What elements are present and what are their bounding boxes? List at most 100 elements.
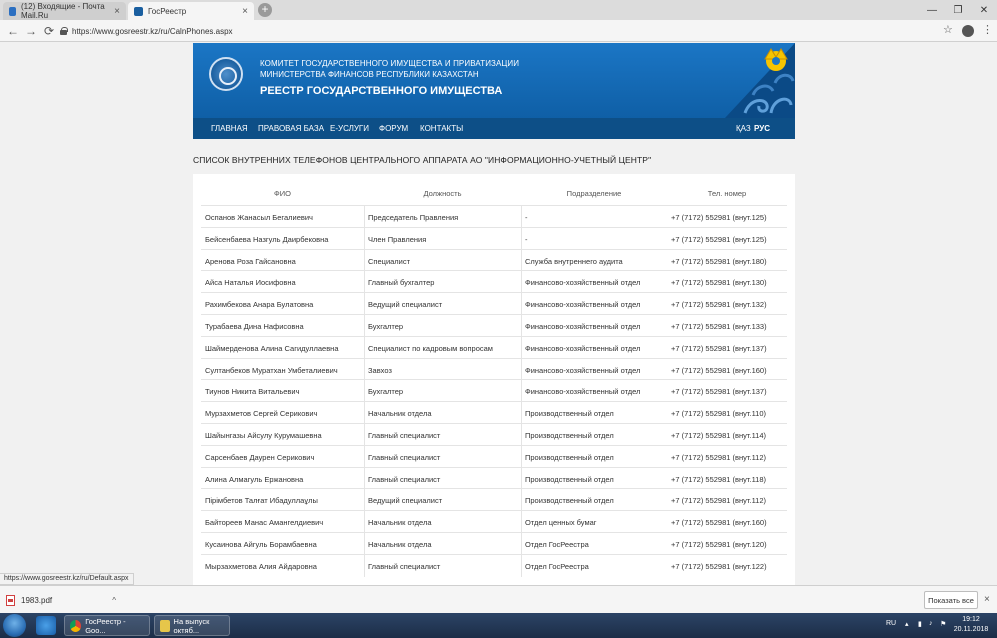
cell-position: Ведущий специалист (368, 496, 443, 506)
download-bar: 1983.pdf ^ Показать все × (0, 585, 997, 613)
cell-department: Отдел ценных бумаг (525, 518, 597, 528)
clock-time: 19:12 (962, 616, 980, 623)
menu-item-contacts[interactable]: КОНТАКТЫ (420, 124, 463, 133)
table-row: Рахимбекова Анара Булатовна Ведущий специ… (201, 292, 787, 315)
cell-phone: +7 (7172) 552981 (внут.132) (671, 300, 767, 310)
star-icon[interactable]: ☆ (943, 23, 953, 36)
volume-icon[interactable]: ♪ (929, 620, 933, 627)
table-row: Мурзахметов Сергей Серикович Начальник от… (201, 401, 787, 424)
restore-icon[interactable]: ❐ (945, 0, 971, 20)
column-divider (364, 554, 365, 577)
flag-icon[interactable]: ⚑ (940, 620, 946, 628)
cell-position: Завхоз (368, 365, 392, 375)
menu-item-home[interactable]: ГЛАВНАЯ (211, 124, 248, 133)
cell-name: Шаймерденова Алина Сагидуллаевна (205, 343, 339, 353)
cell-department: Финансово-хозяйственный отдел (525, 343, 641, 353)
show-all-downloads-button[interactable]: Показать все (924, 591, 978, 609)
cell-name: Бейсенбаева Назгуль Даирбековна (205, 234, 329, 244)
gosreestr-favicon-icon (134, 6, 143, 16)
taskbar-task-document[interactable]: На выпуск октяб... (154, 615, 230, 636)
close-tab-icon[interactable]: × (242, 6, 248, 17)
lang-kaz[interactable]: ҚАЗ (736, 124, 751, 133)
cell-department: - (525, 234, 528, 244)
column-divider (521, 315, 522, 337)
tab-title: (12) Входящие - Почта Mail.Ru (21, 2, 105, 20)
site-banner: КОМИТЕТ ГОСУДАРСТВЕННОГО ИМУЩЕСТВА И ПРИ… (193, 43, 795, 118)
profile-avatar[interactable] (962, 25, 974, 40)
cell-position: Бухгалтер (368, 387, 404, 397)
cell-department: Финансово-хозяйственный отдел (525, 322, 641, 331)
main-navigation: ГЛАВНАЯ ПРАВОВАЯ БАЗА Е-УСЛУГИ ФОРУМ КОН… (193, 118, 795, 139)
cell-name: Аренова Роза Гайсановна (205, 256, 296, 266)
avatar-icon (962, 25, 974, 37)
arrow-left-icon[interactable]: ← (5, 23, 21, 39)
address-bar[interactable]: https://www.gosreestr.kz/ru/CalnPhones.a… (60, 23, 960, 39)
column-divider (521, 467, 522, 490)
cell-name: Пірімбетов Талғат Ибадуллаұлы (205, 496, 318, 506)
system-clock[interactable]: 19:12 20.11.2018 (952, 615, 990, 635)
table-row: Пірімбетов Талғат Ибадуллаұлы Ведущий спе… (201, 488, 787, 512)
cell-department: Финансово-хозяйственный отдел (525, 387, 641, 397)
reload-icon[interactable]: ⟳ (41, 23, 57, 39)
column-divider (521, 380, 522, 403)
minimize-icon[interactable]: — (919, 0, 945, 20)
download-item[interactable]: 1983.pdf ^ (6, 592, 116, 608)
browser-tab-mail[interactable]: (12) Входящие - Почта Mail.Ru × (3, 2, 126, 20)
cell-phone: +7 (7172) 552981 (внут.122) (671, 561, 767, 571)
chrome-icon (70, 619, 82, 632)
url-text: https://www.gosreestr.kz/ru/CalnPhones.a… (72, 26, 233, 36)
cell-phone: +7 (7172) 552981 (внут.110) (671, 409, 767, 419)
table-row: Оспанов Жанасыл Бегалиевич Председатель П… (201, 205, 787, 228)
menu-item-forum[interactable]: ФОРУМ (379, 124, 408, 133)
page-title: СПИСОК ВНУТРЕННИХ ТЕЛЕФОНОВ ЦЕНТРАЛЬНОГО… (193, 155, 652, 165)
cell-phone: +7 (7172) 552981 (внут.160) (671, 365, 767, 375)
column-divider (364, 424, 365, 446)
internet-explorer-icon[interactable] (36, 616, 56, 635)
cell-phone: +7 (7172) 552981 (внут.130) (671, 278, 767, 288)
cell-phone: +7 (7172) 552981 (внут.114) (671, 431, 767, 440)
arrow-right-icon[interactable]: → (23, 23, 39, 39)
taskbar-task-chrome[interactable]: ГосРеестр - Goo... (64, 615, 150, 636)
cell-name: Алина Алмагуль Ержановна (205, 474, 304, 484)
column-divider (521, 358, 522, 381)
cell-position: Специалист по кадровым вопросам (368, 343, 493, 353)
column-divider (364, 511, 365, 533)
page-viewport: КОМИТЕТ ГОСУДАРСТВЕННОГО ИМУЩЕСТВА И ПРИ… (0, 43, 997, 585)
chevron-up-icon[interactable]: ^ (112, 596, 116, 605)
start-button-icon[interactable] (3, 614, 26, 637)
new-tab-button[interactable]: + (258, 3, 272, 17)
mail-favicon-icon (9, 6, 17, 16)
browser-tab-gosreestr[interactable]: ГосРеестр × (128, 2, 254, 20)
browser-tab-bar: (12) Входящие - Почта Mail.Ru × ГосРеест… (0, 0, 997, 20)
cell-department: Производственный отдел (525, 474, 614, 484)
close-tab-icon[interactable]: × (114, 6, 120, 17)
kebab-menu-icon[interactable]: ⋮ (982, 23, 993, 36)
cell-phone: +7 (7172) 552981 (внут.112) (671, 496, 767, 506)
column-divider (364, 315, 365, 337)
close-download-bar-icon[interactable]: × (984, 594, 990, 605)
cell-department: Производственный отдел (525, 431, 614, 440)
tray-arrow-icon[interactable]: ▴ (905, 620, 909, 628)
lock-icon (60, 27, 68, 35)
state-emblem-icon[interactable] (209, 57, 243, 91)
lang-rus[interactable]: РУС (754, 124, 770, 133)
column-divider (521, 227, 522, 250)
windows-taskbar: ГосРеестр - Goo... На выпуск октяб... RU… (0, 613, 997, 638)
tab-title: ГосРеестр (148, 6, 187, 16)
keyboard-language-indicator[interactable]: RU (886, 620, 896, 627)
column-divider (364, 336, 365, 359)
close-window-icon[interactable]: ✕ (971, 0, 997, 20)
column-divider (364, 402, 365, 424)
banner-title[interactable]: РЕЕСТР ГОСУДАРСТВЕННОГО ИМУЩЕСТВА (260, 85, 502, 97)
cell-name: Турабаева Дина Нафисовна (205, 322, 304, 331)
cell-position: Начальник отдела (368, 409, 432, 419)
cell-phone: +7 (7172) 552981 (внут.133) (671, 322, 767, 331)
menu-item-eservices[interactable]: Е-УСЛУГИ (330, 124, 369, 133)
cell-department: Финансово-хозяйственный отдел (525, 365, 641, 375)
menu-item-legal[interactable]: ПРАВОВАЯ БАЗА (258, 124, 324, 133)
column-divider (364, 271, 365, 294)
network-icon[interactable]: ▮ (918, 620, 922, 628)
cell-position: Ведущий специалист (368, 300, 443, 310)
column-divider (364, 249, 365, 272)
cell-name: Мурзахметов Сергей Серикович (205, 409, 318, 419)
